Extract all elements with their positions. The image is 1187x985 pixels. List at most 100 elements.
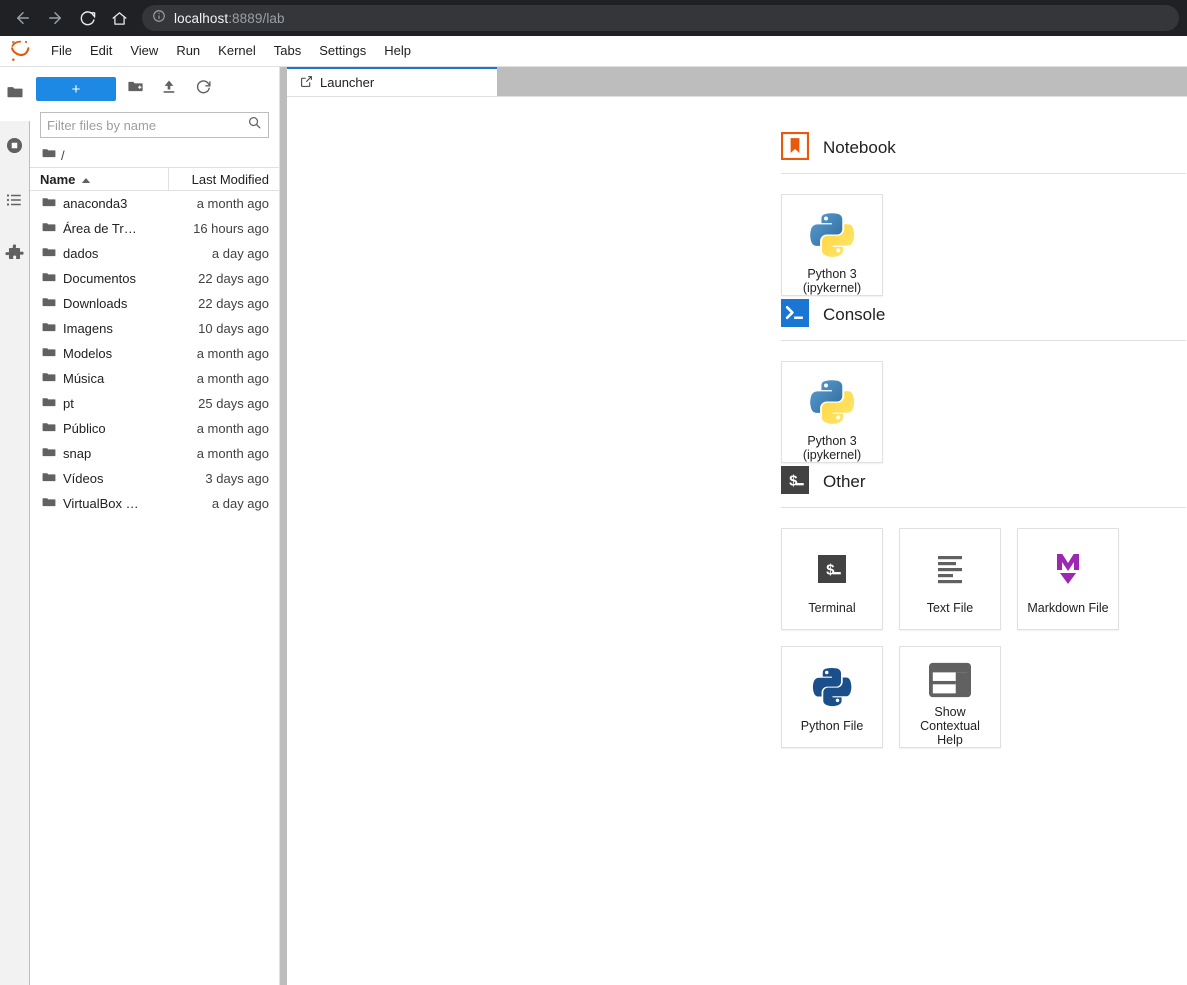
stop-circle-icon (5, 136, 24, 160)
menu-item-settings[interactable]: Settings (310, 39, 375, 63)
sidebar-item-file-browser[interactable] (0, 67, 30, 121)
column-header-name[interactable]: Name (30, 168, 169, 190)
file-list-item[interactable]: Público a month ago (30, 416, 279, 441)
file-modified: a month ago (196, 421, 269, 436)
url-path: :8889/lab (228, 10, 285, 26)
arrow-left-icon (14, 9, 32, 27)
file-list-item[interactable]: VirtualBox … a day ago (30, 491, 279, 516)
file-list-item[interactable]: Documentos 22 days ago (30, 266, 279, 291)
info-icon[interactable] (152, 9, 166, 28)
address-bar[interactable]: localhost:8889/lab (142, 5, 1179, 31)
launcher-card[interactable]: Python 3 (ipykernel) (781, 361, 883, 463)
menu-item-file[interactable]: File (42, 39, 81, 63)
folder-icon (42, 245, 56, 262)
sidebar-item-extension-manager[interactable] (0, 229, 29, 283)
forward-button[interactable] (40, 3, 70, 33)
file-list-item[interactable]: pt 25 days ago (30, 391, 279, 416)
terminal-dollar-icon: $ (818, 543, 846, 595)
launcher-card-label: Python File (797, 719, 868, 733)
menu-item-edit[interactable]: Edit (81, 39, 121, 63)
launcher-card-label: Markdown File (1023, 601, 1112, 615)
folder-icon (42, 270, 56, 287)
file-name: VirtualBox … (63, 496, 139, 511)
file-modified: a day ago (211, 496, 269, 511)
file-name: pt (63, 396, 74, 411)
menu-item-help[interactable]: Help (375, 39, 420, 63)
new-folder-icon (127, 78, 144, 100)
launcher-section-header: Console (287, 298, 1187, 332)
file-list-item[interactable]: Imagens 10 days ago (30, 316, 279, 341)
upload-button[interactable] (154, 77, 184, 101)
file-modified: 16 hours ago (193, 221, 269, 236)
file-modified: 22 days ago (198, 271, 269, 286)
file-name: Modelos (63, 346, 113, 361)
sidebar-item-running-sessions[interactable] (0, 121, 29, 175)
launcher-card[interactable]: Markdown File (1017, 528, 1119, 630)
new-folder-button[interactable] (120, 77, 150, 101)
search-input[interactable] (47, 117, 243, 133)
new-launcher-button[interactable]: + (36, 77, 116, 101)
upload-icon (161, 78, 177, 100)
search-icon[interactable] (247, 115, 262, 135)
browser-toolbar: localhost:8889/lab (0, 0, 1187, 36)
file-list-item[interactable]: Modelos a month ago (30, 341, 279, 366)
menu-item-tabs[interactable]: Tabs (265, 39, 310, 63)
launcher-section: Console Python 3 (ipykernel) (287, 298, 1187, 463)
folder-icon (42, 420, 56, 437)
refresh-button[interactable] (188, 77, 218, 101)
menu-item-view[interactable]: View (121, 39, 167, 63)
folder-icon (42, 345, 56, 362)
file-modified: a month ago (196, 196, 269, 211)
file-name: Área de Tr… (63, 221, 137, 236)
launcher-section-header: Notebook (287, 131, 1187, 165)
launcher-section: Notebook Python 3 (ipykernel) (287, 131, 1187, 296)
breadcrumb[interactable]: / (30, 143, 279, 167)
puzzle-icon (4, 244, 24, 268)
file-modified: 10 days ago (198, 321, 269, 336)
launcher-icon (300, 75, 313, 91)
launcher-card[interactable]: Show Contextual Help (899, 646, 1001, 748)
reload-button[interactable] (72, 3, 102, 33)
launcher-section-header: $ Other (287, 465, 1187, 499)
sidebar-item-commands[interactable] (0, 175, 29, 229)
file-list-item[interactable]: anaconda3 a month ago (30, 191, 279, 216)
tab-launcher[interactable]: Launcher (287, 67, 497, 96)
file-browser-panel: + Filter files by name / Name Last Modif… (30, 67, 280, 985)
file-list-item[interactable]: Downloads 22 days ago (30, 291, 279, 316)
file-list-header: Name Last Modified (30, 167, 279, 191)
file-modified: a month ago (196, 371, 269, 386)
launcher-section-title: Other (823, 472, 866, 491)
launcher-card[interactable]: Python 3 (ipykernel) (781, 194, 883, 296)
launcher-card[interactable]: Python File (781, 646, 883, 748)
home-icon (111, 10, 128, 27)
folder-icon (42, 146, 56, 165)
column-header-last-modified[interactable]: Last Modified (169, 172, 279, 187)
launcher-card-label-line1: Terminal (808, 601, 856, 615)
launcher-card-label-line1: Markdown File (1027, 601, 1109, 615)
file-list-item[interactable]: snap a month ago (30, 441, 279, 466)
file-modified: a month ago (196, 346, 269, 361)
launcher-card[interactable]: Text File (899, 528, 1001, 630)
menu-item-kernel[interactable]: Kernel (209, 39, 265, 63)
svg-text:$: $ (826, 563, 835, 579)
file-list-item[interactable]: Área de Tr… 16 hours ago (30, 216, 279, 241)
launcher-card-label: Text File (923, 601, 978, 615)
folder-icon (42, 445, 56, 462)
filter-files-field[interactable] (40, 112, 269, 138)
breadcrumb-path: / (61, 147, 65, 163)
file-list-item[interactable]: dados a day ago (30, 241, 279, 266)
jupyter-menu-bar: File Edit View Run Kernel Tabs Settings … (0, 36, 1187, 67)
folder-icon (42, 395, 56, 412)
file-list-item[interactable]: Música a month ago (30, 366, 279, 391)
launcher-card-label-line1: Show Contextual (920, 705, 980, 733)
launcher-card-label-line1: Text File (926, 601, 974, 615)
file-list-item[interactable]: Vídeos 3 days ago (30, 466, 279, 491)
launcher-card[interactable]: $ Terminal (781, 528, 883, 630)
menu-item-run[interactable]: Run (167, 39, 209, 63)
back-button[interactable] (8, 3, 38, 33)
launcher-section-title: Console (823, 305, 886, 324)
column-header-name-label: Name (40, 171, 76, 187)
launcher-card-row: $ Terminal Text File Markdown File Python Fi… (287, 508, 1187, 748)
home-button[interactable] (104, 3, 134, 33)
sidebar-splitter[interactable] (280, 67, 287, 985)
